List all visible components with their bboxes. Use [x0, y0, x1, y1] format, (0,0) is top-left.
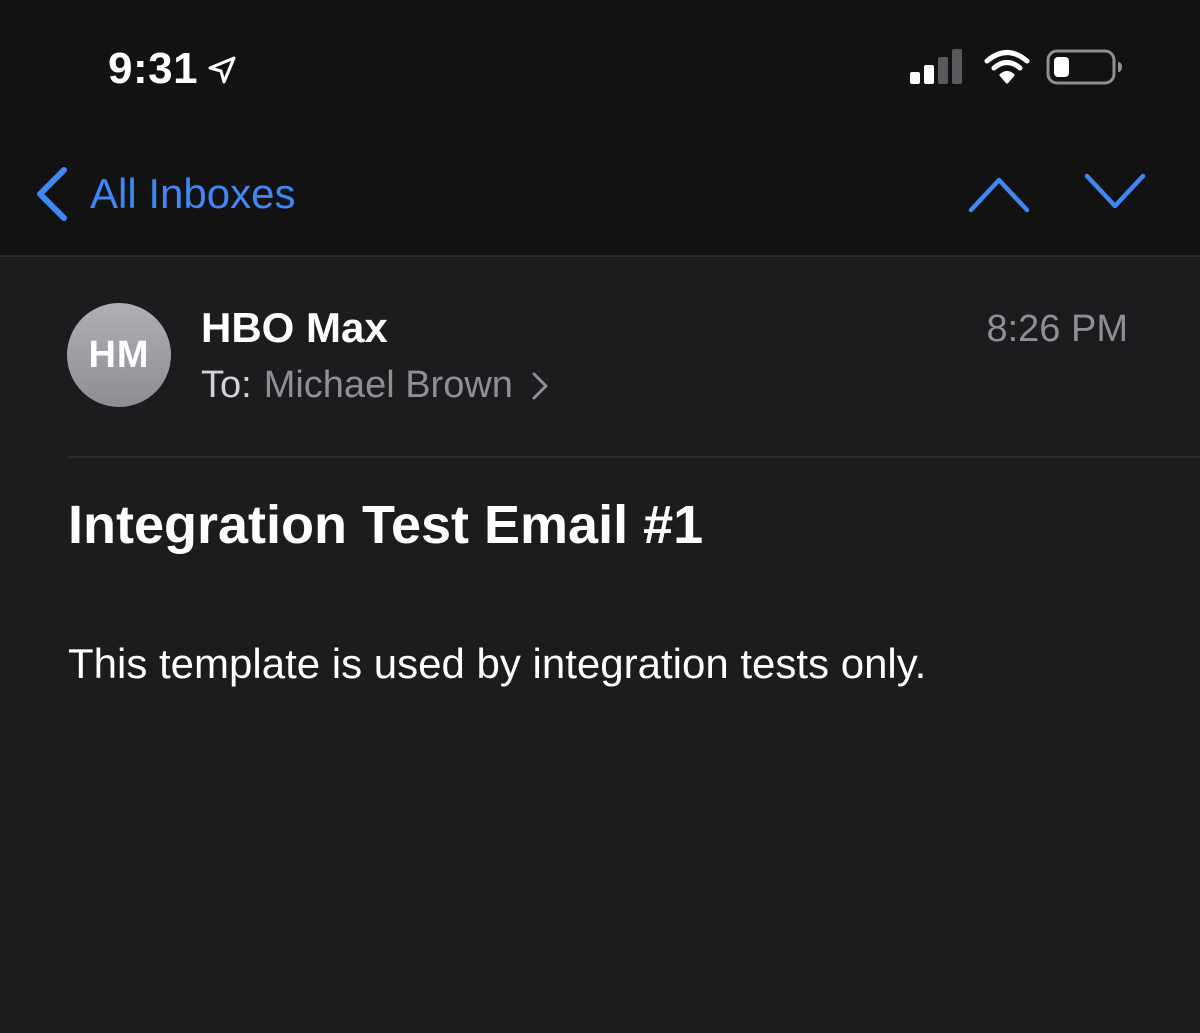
previous-message-chevron-up-icon[interactable]	[968, 172, 1030, 214]
location-arrow-icon	[208, 56, 236, 84]
sender-name[interactable]: HBO Max	[201, 304, 388, 352]
signal-icon	[910, 49, 962, 84]
sender-avatar[interactable]: HM	[67, 303, 171, 407]
back-label: All Inboxes	[90, 170, 296, 217]
message-body: This template is used by integration tes…	[68, 640, 927, 687]
recipients-row[interactable]: To: Michael Brown	[201, 364, 549, 407]
chevron-right-icon	[532, 372, 548, 399]
wifi-icon	[984, 50, 1030, 84]
status-time: 9:31	[108, 44, 199, 93]
to-prefix: To:	[201, 364, 252, 406]
top-bar: 9:31 All Inboxes	[0, 0, 1200, 257]
next-message-chevron-down-icon[interactable]	[1084, 172, 1146, 214]
back-to-all-inboxes-button[interactable]: All Inboxes	[34, 166, 295, 222]
status-bar-left: 9:31	[108, 44, 238, 94]
message-time: 8:26 PM	[986, 308, 1128, 350]
avatar-initials: HM	[88, 333, 150, 376]
chevron-left-icon	[37, 167, 67, 221]
recipient-name: Michael Brown	[263, 364, 513, 406]
battery-icon	[1046, 49, 1122, 85]
header-divider	[68, 456, 1200, 458]
mail-message-screen: 9:31 All Inboxes HM HBO Max 8:26 PM To: …	[0, 0, 1200, 1033]
status-bar-right	[910, 48, 1124, 86]
message-subject: Integration Test Email #1	[68, 495, 704, 555]
